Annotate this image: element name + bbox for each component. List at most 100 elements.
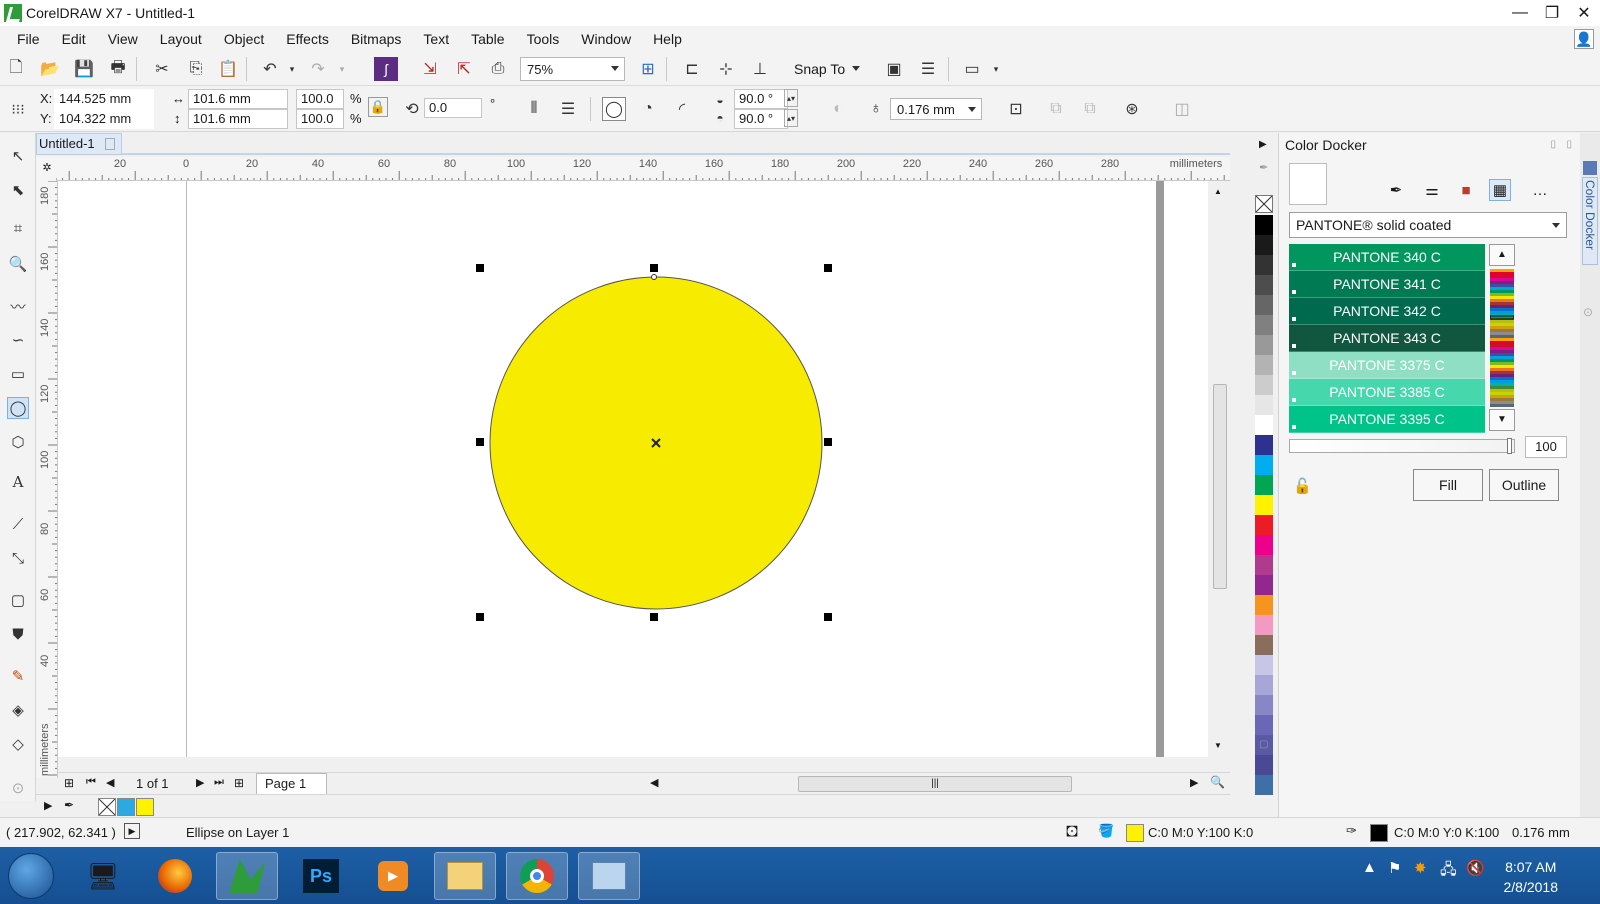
vertical-scrollbar[interactable]: ▲ ▼ (1208, 181, 1230, 757)
handle-left[interactable] (476, 438, 484, 446)
smart-fill-tool-icon[interactable]: ◇ (7, 733, 29, 755)
import-icon[interactable]: ⇲ (418, 57, 442, 81)
menu-layout[interactable]: Layout (149, 31, 213, 47)
folder-app-icon[interactable] (434, 852, 496, 900)
no-fill-swatch[interactable] (1255, 195, 1273, 213)
convert-to-curves-icon[interactable]: ⊛ (1120, 97, 1144, 121)
handle-top-left[interactable] (476, 264, 484, 272)
launcher-dropdown-icon[interactable]: ▾ (984, 57, 1008, 81)
menu-file[interactable]: File (6, 31, 51, 47)
palette-color-swatch[interactable] (1255, 395, 1273, 415)
to-front-icon[interactable]: ⧉ (1044, 97, 1068, 121)
outline-button[interactable]: Outline (1489, 469, 1559, 501)
arc-mode-icon[interactable]: ◜ (670, 97, 694, 121)
options-icon[interactable]: ☰ (916, 57, 940, 81)
docker-close-icon[interactable]: ▯ (1566, 139, 1572, 150)
palette-color-swatch[interactable] (1255, 515, 1273, 535)
quick-customize-icon[interactable]: ◫ (1170, 97, 1194, 121)
palette-color-swatch[interactable] (1255, 715, 1273, 735)
palette-color-swatch[interactable] (1255, 655, 1273, 675)
menu-table[interactable]: Table (460, 31, 515, 47)
tray-app-icon[interactable]: ✸ (1414, 859, 1427, 877)
scroll-right-icon[interactable]: ▶ (1190, 776, 1198, 789)
new-document-icon[interactable]: 🗋 (4, 57, 28, 81)
outline-color-swatch[interactable] (1370, 824, 1388, 842)
last-page-icon[interactable]: ⏭ (214, 776, 224, 789)
zoom-level-select[interactable]: 75% (520, 57, 625, 81)
menu-text[interactable]: Text (412, 31, 460, 47)
photoshop-app-icon[interactable]: Ps (290, 852, 352, 900)
copy-icon[interactable]: ⎘ (184, 57, 208, 81)
horizontal-scroll-thumb[interactable]: ||| (798, 776, 1072, 792)
tab-close-icon[interactable] (104, 138, 115, 150)
document-color-swatch[interactable] (136, 798, 154, 816)
application-launcher-icon[interactable]: ▭ (960, 57, 984, 81)
handle-top[interactable] (650, 264, 658, 272)
scale-x-field[interactable]: 100.0 (296, 89, 344, 109)
palette-expand-icon[interactable]: ▶ (1259, 139, 1267, 150)
tab-color-docker[interactable]: Color Docker (1582, 177, 1598, 265)
transparency-tool-icon[interactable]: ⛊ (7, 623, 29, 645)
firefox-app-icon[interactable] (144, 852, 206, 900)
palette-color-swatch[interactable] (1255, 755, 1273, 775)
print-icon[interactable]: 🖶 (106, 57, 130, 81)
tab-page-1[interactable]: Page 1 (256, 773, 328, 795)
end-angle-field[interactable]: 90.0 ° (734, 109, 788, 129)
undo-icon[interactable]: ↶ (258, 57, 282, 81)
menu-help[interactable]: Help (642, 31, 693, 47)
menu-object[interactable]: Object (213, 31, 275, 47)
start-angle-field[interactable]: 90.0 ° (734, 89, 788, 109)
previous-page-icon[interactable]: ◀ (106, 776, 114, 789)
search-content-icon[interactable]: ʃ (374, 57, 398, 81)
add-page-before-icon[interactable]: ⊞ (64, 776, 74, 790)
angle-spinner-icon[interactable]: ▴▾ (784, 109, 798, 127)
ellipse-mode-icon[interactable]: ◯ (602, 97, 626, 121)
palette-eyedropper-icon[interactable]: ✒ (1259, 161, 1268, 174)
control-panel-app-icon[interactable] (578, 852, 640, 900)
palette-color-swatch[interactable] (1255, 775, 1273, 795)
palette-scroll-icon[interactable]: ▢ (1259, 739, 1268, 750)
export-icon[interactable]: ⇱ (452, 57, 476, 81)
volume-muted-icon[interactable]: 🔇 (1466, 859, 1485, 877)
scroll-left-icon[interactable]: ◀ (650, 776, 658, 789)
handle-top-right[interactable] (824, 264, 832, 272)
show-hidden-icons-icon[interactable]: ▲ (1362, 859, 1377, 876)
handle-bottom-left[interactable] (476, 613, 484, 621)
crop-tool-icon[interactable]: ⌗ (7, 217, 29, 239)
lock-ratio-icon[interactable]: 🔒 (368, 97, 388, 117)
system-clock[interactable]: 8:07 AM 2/8/2018 (1504, 857, 1559, 897)
menu-effects[interactable]: Effects (275, 31, 340, 47)
color-sliders-icon[interactable]: ⚌ (1421, 179, 1443, 201)
lock-icon[interactable]: 🔓 (1293, 477, 1312, 495)
publish-pdf-icon[interactable]: ⎙ (486, 57, 510, 81)
interactive-fill-tool-icon[interactable]: ◈ (7, 699, 29, 721)
eyedropper-icon[interactable]: ✒ (64, 798, 74, 812)
tab-untitled-1[interactable]: Untitled-1 (36, 133, 122, 155)
palette-select[interactable]: PANTONE® solid coated (1289, 212, 1567, 238)
tint-slider-knob[interactable] (1507, 438, 1512, 454)
ellipse-node[interactable] (651, 274, 657, 280)
palette-color-swatch[interactable] (1255, 555, 1273, 575)
handle-bottom-right[interactable] (824, 613, 832, 621)
welcome-screen-icon[interactable]: ▣ (882, 57, 906, 81)
action-center-flag-icon[interactable]: ⚑ (1388, 859, 1401, 877)
object-height-field[interactable]: 101.6 mm (188, 109, 288, 129)
drop-shadow-tool-icon[interactable]: ▢ (7, 589, 29, 611)
palette-color-swatch[interactable] (1255, 215, 1273, 235)
document-color-swatch[interactable] (117, 798, 135, 816)
freehand-tool-icon[interactable]: 〰 (7, 295, 29, 317)
save-icon[interactable]: 💾 (72, 57, 96, 81)
chrome-app-icon[interactable] (506, 852, 568, 900)
zoom-navigator-icon[interactable]: 🔍 (1210, 775, 1225, 789)
mirror-vertical-icon[interactable]: ☰ (556, 97, 580, 121)
list-item[interactable]: PANTONE 3385 C (1289, 379, 1485, 406)
fill-button[interactable]: Fill (1413, 469, 1483, 501)
vertical-scroll-thumb[interactable] (1213, 384, 1227, 589)
scale-y-field[interactable]: 100.0 (296, 109, 344, 129)
pick-tool-icon[interactable]: ↖ (7, 145, 29, 167)
no-color-swatch[interactable] (98, 798, 116, 816)
scroll-up-icon[interactable]: ▲ (1214, 187, 1222, 196)
palette-color-swatch[interactable] (1255, 435, 1273, 455)
polygon-tool-icon[interactable]: ⬡ (7, 431, 29, 453)
object-origin-icon[interactable]: ⁝⁝⁝ (6, 97, 30, 121)
